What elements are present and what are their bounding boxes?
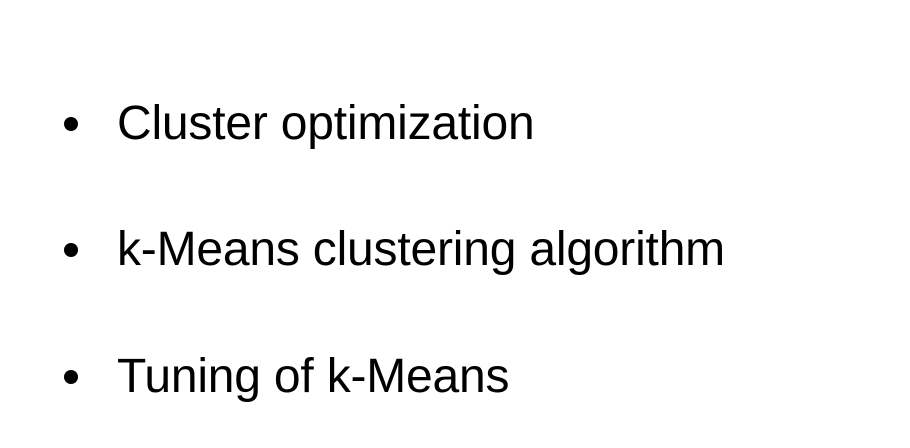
bullet-icon <box>64 370 78 384</box>
bullet-list: Cluster optimization k-Means clustering … <box>0 0 910 448</box>
bullet-icon <box>64 243 78 257</box>
bullet-text: k-Means clustering algorithm <box>117 223 725 276</box>
bullet-text: Tuning of k-Means <box>117 350 510 403</box>
bullet-icon <box>64 117 78 131</box>
bullet-text: Cluster optimization <box>117 97 535 150</box>
